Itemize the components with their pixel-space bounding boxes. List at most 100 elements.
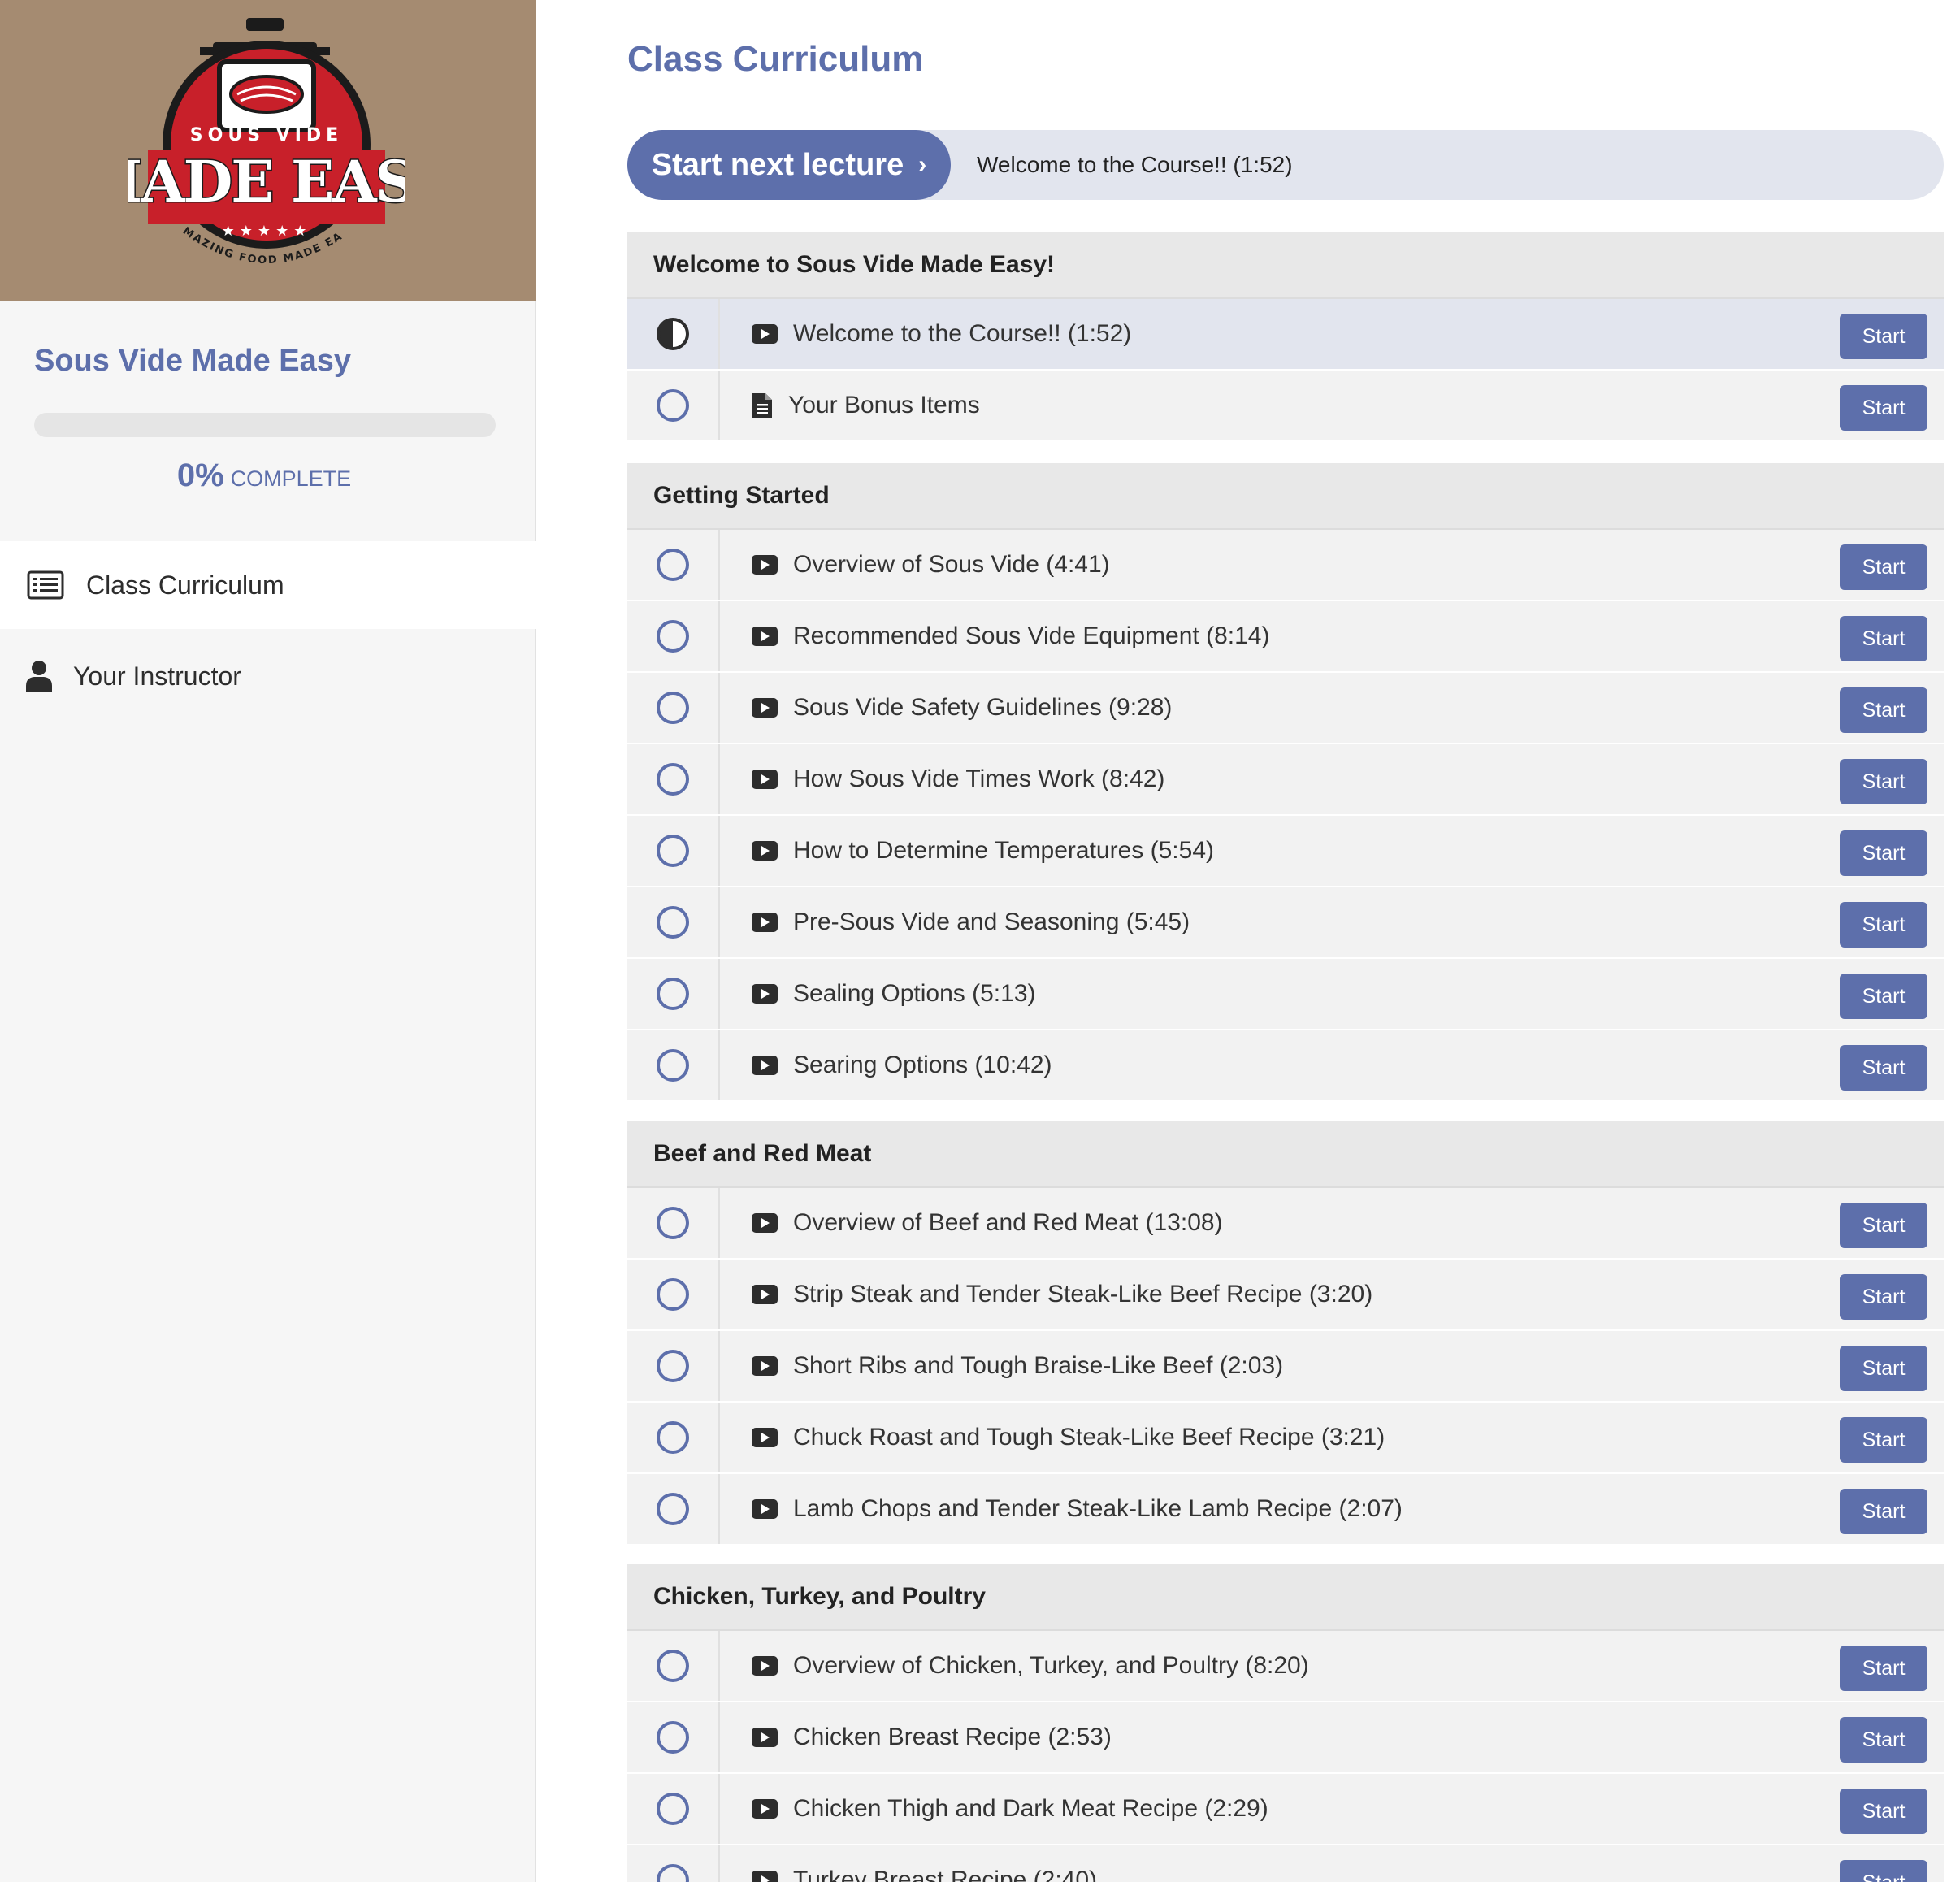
start-lecture-button[interactable]: Start xyxy=(1840,1489,1927,1534)
logo-text-line2: MADE EASY xyxy=(128,148,405,215)
start-lecture-button[interactable]: Start xyxy=(1840,1717,1927,1763)
lecture-row[interactable]: Welcome to the Course!! (1:52) Start xyxy=(627,299,1944,371)
lecture-title: Overview of Beef and Red Meat (13:08) xyxy=(793,1209,1223,1236)
start-lecture-button[interactable]: Start xyxy=(1840,544,1927,590)
not-started-icon xyxy=(657,1650,689,1682)
video-icon xyxy=(751,1727,778,1748)
video-icon xyxy=(751,983,778,1004)
chevron-right-icon: › xyxy=(918,151,927,178)
start-lecture-button[interactable]: Start xyxy=(1840,759,1927,804)
lecture-title: Overview of Chicken, Turkey, and Poultry… xyxy=(793,1652,1309,1679)
sous-vide-logo-image: SOUS VIDE MADE EASY ★★★★★ AMAZING FOOD M… xyxy=(128,15,405,267)
progress-complete-label: COMPLETE xyxy=(230,466,352,491)
not-started-icon xyxy=(657,1793,689,1825)
next-lecture-title: Welcome to the Course!! (1:52) xyxy=(977,152,1293,177)
lecture-status xyxy=(627,1188,720,1258)
not-started-icon xyxy=(657,906,689,939)
lecture-row[interactable]: Strip Steak and Tender Steak-Like Beef R… xyxy=(627,1260,1944,1331)
start-lecture-button[interactable]: Start xyxy=(1840,974,1927,1019)
course-title: Sous Vide Made Easy xyxy=(34,344,352,378)
lecture-title: Chicken Thigh and Dark Meat Recipe (2:29… xyxy=(793,1795,1268,1822)
lecture-title: Short Ribs and Tough Braise-Like Beef (2… xyxy=(793,1352,1284,1379)
video-icon xyxy=(751,1284,778,1305)
lecture-title: Strip Steak and Tender Steak-Like Beef R… xyxy=(793,1281,1373,1307)
nav-label: Your Instructor xyxy=(73,661,241,691)
lecture-row[interactable]: Sous Vide Safety Guidelines (9:28) Start xyxy=(627,673,1944,744)
progress-text: 0% COMPLETE xyxy=(0,457,528,494)
lecture-row[interactable]: Overview of Chicken, Turkey, and Poultry… xyxy=(627,1631,1944,1702)
start-lecture-button[interactable]: Start xyxy=(1840,385,1927,431)
start-lecture-button[interactable]: Start xyxy=(1840,1860,1927,1882)
start-lecture-button[interactable]: Start xyxy=(1840,1203,1927,1248)
lecture-title: Sealing Options (5:13) xyxy=(793,980,1036,1007)
lecture-row[interactable]: Short Ribs and Tough Braise-Like Beef (2… xyxy=(627,1331,1944,1403)
video-icon xyxy=(751,1655,778,1676)
not-started-icon xyxy=(657,1350,689,1382)
video-icon xyxy=(751,697,778,718)
lecture-status xyxy=(627,1403,720,1472)
curriculum-section: Getting Started Overview of Sous Vide (4:… xyxy=(627,463,1944,1102)
lecture-status xyxy=(627,601,720,671)
not-started-icon xyxy=(657,1278,689,1311)
course-progress-bar xyxy=(34,413,496,437)
lecture-row[interactable]: Pre-Sous Vide and Seasoning (5:45) Start xyxy=(627,887,1944,959)
course-logo[interactable]: SOUS VIDE MADE EASY ★★★★★ AMAZING FOOD M… xyxy=(0,0,536,301)
lecture-row[interactable]: How to Determine Temperatures (5:54) Star… xyxy=(627,816,1944,887)
video-icon xyxy=(751,1798,778,1819)
lecture-row[interactable]: Recommended Sous Vide Equipment (8:14) St… xyxy=(627,601,1944,673)
start-lecture-button[interactable]: Start xyxy=(1840,1417,1927,1463)
lecture-row[interactable]: How Sous Vide Times Work (8:42) Start xyxy=(627,744,1944,816)
lecture-row[interactable]: Turkey Breast Recipe (2:40) Start xyxy=(627,1845,1944,1882)
start-lecture-button[interactable]: Start xyxy=(1840,314,1927,359)
start-lecture-button[interactable]: Start xyxy=(1840,830,1927,876)
lecture-status xyxy=(627,816,720,886)
lecture-status xyxy=(627,1774,720,1844)
start-lecture-button[interactable]: Start xyxy=(1840,1346,1927,1391)
not-started-icon xyxy=(657,620,689,653)
lecture-row[interactable]: Overview of Sous Vide (4:41) Start xyxy=(627,530,1944,601)
lecture-title: Chicken Breast Recipe (2:53) xyxy=(793,1724,1112,1750)
nav-item-your-instructor[interactable]: Your Instructor xyxy=(0,632,536,720)
video-icon xyxy=(751,1055,778,1076)
not-started-icon xyxy=(657,549,689,581)
lecture-row[interactable]: Your Bonus Items Start xyxy=(627,371,1944,442)
section-title: Welcome to Sous Vide Made Easy! xyxy=(627,232,1944,299)
not-started-icon xyxy=(657,1049,689,1082)
start-lecture-button[interactable]: Start xyxy=(1840,1789,1927,1834)
logo-text-line1: SOUS VIDE xyxy=(190,125,343,145)
start-lecture-button[interactable]: Start xyxy=(1840,1646,1927,1691)
video-icon xyxy=(751,840,778,861)
lecture-status xyxy=(627,371,720,440)
section-title: Beef and Red Meat xyxy=(627,1121,1944,1188)
lecture-title: Lamb Chops and Tender Steak-Like Lamb Re… xyxy=(793,1495,1403,1522)
start-next-lecture-button[interactable]: Start next lecture › xyxy=(627,130,951,200)
lecture-status xyxy=(627,1474,720,1544)
start-lecture-button[interactable]: Start xyxy=(1840,902,1927,948)
start-lecture-button[interactable]: Start xyxy=(1840,1274,1927,1320)
lecture-row[interactable]: Sealing Options (5:13) Start xyxy=(627,959,1944,1030)
lecture-status xyxy=(627,744,720,814)
lecture-row[interactable]: Lamb Chops and Tender Steak-Like Lamb Re… xyxy=(627,1474,1944,1546)
start-lecture-button[interactable]: Start xyxy=(1840,616,1927,661)
lecture-title: Sous Vide Safety Guidelines (9:28) xyxy=(793,694,1173,721)
lecture-status xyxy=(627,887,720,957)
start-lecture-button[interactable]: Start xyxy=(1840,1045,1927,1091)
section-title: Chicken, Turkey, and Poultry xyxy=(627,1564,1944,1631)
nav-item-class-curriculum[interactable]: Class Curriculum xyxy=(0,541,536,629)
not-started-icon xyxy=(657,1493,689,1525)
not-started-icon xyxy=(657,978,689,1010)
lecture-row[interactable]: Chicken Breast Recipe (2:53) Start xyxy=(627,1702,1944,1774)
start-lecture-button[interactable]: Start xyxy=(1840,687,1927,733)
lecture-status xyxy=(627,1331,720,1401)
lecture-row[interactable]: Chuck Roast and Tough Steak-Like Beef Re… xyxy=(627,1403,1944,1474)
document-icon xyxy=(751,392,774,419)
lecture-title: Searing Options (10:42) xyxy=(793,1052,1052,1078)
lecture-title: How Sous Vide Times Work (8:42) xyxy=(793,765,1165,792)
lecture-status xyxy=(627,1030,720,1100)
lecture-row[interactable]: Overview of Beef and Red Meat (13:08) Sta… xyxy=(627,1188,1944,1260)
lecture-title: Overview of Sous Vide (4:41) xyxy=(793,551,1110,578)
svg-text:★★★★★: ★★★★★ xyxy=(222,223,312,240)
lecture-row[interactable]: Chicken Thigh and Dark Meat Recipe (2:29… xyxy=(627,1774,1944,1845)
lecture-row[interactable]: Searing Options (10:42) Start xyxy=(627,1030,1944,1102)
next-lecture-bar: Start next lecture › Welcome to the Cour… xyxy=(627,130,1944,200)
